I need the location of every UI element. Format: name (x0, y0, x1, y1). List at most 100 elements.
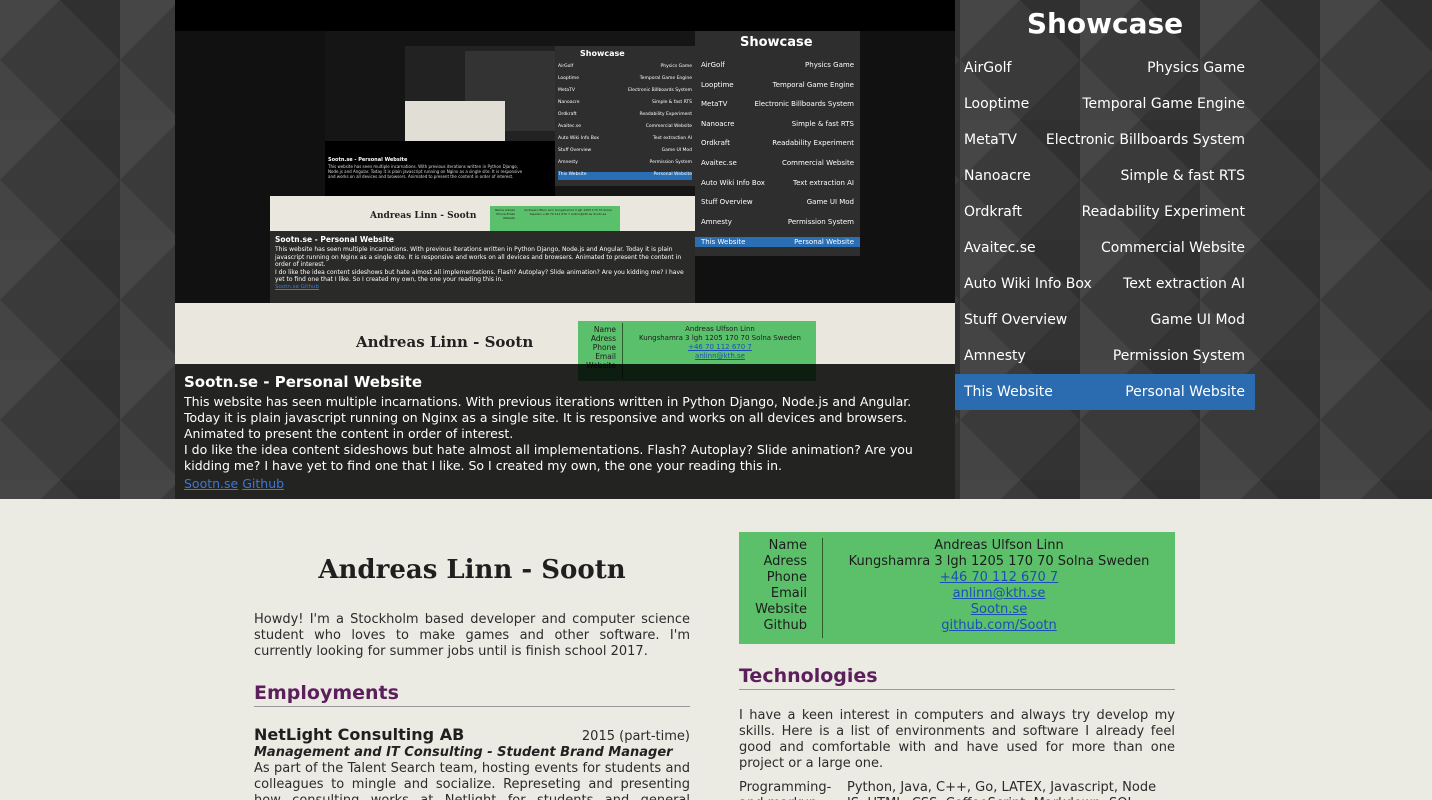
cv-name: Andreas Linn - Sootn (318, 555, 626, 585)
showcase-item-auto-wiki-info-box[interactable]: Auto Wiki Info Box Text extraction AI (955, 266, 1255, 302)
showcase-item-amnesty[interactable]: Amnesty Permission System (955, 338, 1255, 374)
contact-github-link[interactable]: github.com/Sootn (941, 618, 1056, 633)
contact-label: Website (755, 602, 807, 617)
thumbnail-row-desc: Text extraction AI (793, 178, 854, 187)
thumbnail-contact-labels: Name Adress Phone Email Website (495, 208, 515, 220)
contact-box: Name Adress Phone Email Website Github Andrea… (739, 532, 1175, 644)
nested-caption-title: Sootn.se - Personal Website (328, 157, 408, 163)
nested-row-desc: Text extraction AI (652, 136, 692, 141)
nested-row-name: Ordkraft (558, 112, 577, 117)
nested-row-desc: Permission System (649, 160, 692, 165)
nested-inner (405, 46, 555, 141)
preview-contact-phone: +46 70 112 670 7 (688, 343, 752, 351)
thumbnail-showcase-row: AirGolf Physics Game (701, 61, 854, 69)
showcase-item-desc: Game UI Mod (1150, 312, 1246, 328)
showcase-item-ordkraft[interactable]: Ordkraft Readability Experiment (955, 194, 1255, 230)
showcase-item-name: AirGolf (964, 60, 1012, 76)
nested-row-desc: Electronic Billboards System (628, 88, 692, 93)
preview-contact-name: Andreas Ulfson Linn (685, 325, 755, 333)
nested-row-name: MetaTV (558, 88, 576, 93)
thumbnail-row-name: Amnesty (701, 217, 732, 226)
preview-thumbnail: Showcase AirGolf Physics Game Looptime Temp… (270, 31, 860, 303)
showcase-title: Showcase (1026, 7, 1184, 40)
showcase-item-metatv[interactable]: MetaTV Electronic Billboards System (955, 122, 1255, 158)
cv-intro: Howdy! I'm a Stockholm based developer a… (254, 612, 690, 659)
showcase-item-name: MetaTV (964, 132, 1017, 148)
nested-row-desc: Temporal Game Engine (639, 76, 692, 81)
cv-right-column: Name Adress Phone Email Website Github Andrea… (739, 532, 1175, 800)
thumbnail-row-name: Nanoacre (701, 119, 735, 128)
nested-row-name: Stuff Overview (558, 148, 592, 153)
contact-labels: Name Adress Phone Email Website Github (739, 538, 823, 638)
preview-topbar (175, 0, 955, 31)
thumbnail-row-desc: Game UI Mod (806, 198, 854, 207)
thumbnail-row-name: Looptime (701, 80, 734, 89)
contact-address: Kungshamra 3 lgh 1205 170 70 Solna Swede… (848, 554, 1150, 569)
nested-inner-cv (405, 101, 505, 141)
thumbnail-showcase-row: Looptime Temporal Game Engine (701, 81, 854, 89)
job-description: As part of the Talent Search team, hosti… (254, 761, 690, 800)
thumbnail-caption-text-2: I do like the idea content sideshows but… (275, 268, 684, 284)
thumbnail-showcase-row: Amnesty Permission System (701, 218, 854, 226)
thumbnail-caption-text: This website has seen multiple incarnati… (275, 246, 682, 268)
caption-title: Sootn.se - Personal Website (184, 373, 423, 391)
thumbnail-showcase-row: Ordkraft Readability Experiment (701, 139, 854, 147)
showcase-item-name: Auto Wiki Info Box (964, 276, 1092, 292)
cv-left-column: Andreas Linn - Sootn Howdy! I'm a Stockh… (254, 532, 690, 800)
job-company: NetLight Consulting AB (254, 725, 465, 744)
employments-heading: Employments (254, 682, 690, 707)
caption-link-github[interactable]: Github (242, 476, 284, 491)
contact-label: Name (768, 538, 807, 553)
nested-row-name: Auto Wiki Info Box (558, 136, 600, 141)
showcase-item-desc: Permission System (1112, 348, 1245, 364)
thumbnail-row-desc: Commercial Website (782, 159, 854, 167)
thumbnail-contact-box: Name Adress Phone Email Website Andreas … (490, 206, 620, 231)
showcase-item-looptime[interactable]: Looptime Temporal Game Engine (955, 86, 1255, 122)
technology-row: Programming- and markup Python, Java, C++… (739, 780, 1175, 800)
nested-showcase-list: Showcase AirGolf Physics Game Looptime Temp… (555, 46, 695, 186)
thumbnail-row-name: Auto Wiki Info Box (701, 178, 765, 187)
contact-label: Phone (766, 570, 807, 585)
job-role: Management and IT Consulting - Student B… (254, 745, 673, 760)
thumbnail-row-name: Stuff Overview (701, 198, 753, 207)
showcase-item-name: Avaitec.se (964, 240, 1036, 256)
preview-contact-email: anlinn@kth.se (695, 352, 745, 360)
nested-showcase-row: Amnesty Permission System (558, 160, 692, 168)
job-period: 2015 (part-time) (581, 729, 690, 744)
nested-showcase-row: Looptime Temporal Game Engine (558, 76, 692, 84)
showcase-list: AirGolf Physics Game Looptime Temporal Game… (955, 50, 1255, 410)
job-head: NetLight Consulting AB 2015 (part-time) (254, 725, 690, 744)
thumbnail-caption-title: Sootn.se - Personal Website (275, 235, 395, 244)
showcase-caption: Sootn.se - Personal Website This website… (175, 364, 955, 499)
thumbnail-row-name: AirGolf (701, 61, 725, 69)
thumbnail-row-name: Avaitec.se (701, 159, 737, 167)
showcase-item-avaitec-se[interactable]: Avaitec.se Commercial Website (955, 230, 1255, 266)
showcase-item-desc: Electronic Billboards System (1045, 132, 1245, 148)
contact-email-link[interactable]: anlinn@kth.se (953, 586, 1046, 601)
caption-link-site[interactable]: Sootn.se (184, 476, 238, 491)
showcase-item-nanoacre[interactable]: Nanoacre Simple & fast RTS (955, 158, 1255, 194)
nested-showcase-row: This Website Personal Website (558, 172, 692, 180)
showcase-item-name: Nanoacre (964, 168, 1031, 184)
showcase-panel: Showcase AirGolf Physics Game Looptime Temp… (955, 0, 1255, 420)
nested-row-name: Looptime (558, 76, 579, 81)
caption-links: Sootn.se Github (184, 476, 946, 491)
showcase-item-this-website[interactable]: This Website Personal Website (955, 374, 1255, 410)
nested-row-name: AirGolf (558, 64, 574, 69)
contact-website-link[interactable]: Sootn.se (971, 602, 1027, 617)
contact-values: Andreas Ulfson Linn Kungshamra 3 lgh 120… (823, 538, 1175, 644)
nested-row-desc: Physics Game (660, 64, 692, 69)
nested-showcase-row: Ordkraft Readability Experiment (558, 112, 692, 120)
nested-row-desc: Readability Experiment (639, 112, 692, 117)
technology-value: Python, Java, C++, Go, LATEX, Javascript… (847, 780, 1157, 800)
contact-label: Github (763, 618, 807, 633)
preview-contact-address: Kungshamra 3 lgh 1205 170 70 Solna Swede… (639, 334, 801, 342)
contact-phone-link[interactable]: +46 70 112 670 7 (940, 570, 1058, 585)
showcase-item-airgolf[interactable]: AirGolf Physics Game (955, 50, 1255, 86)
thumbnail-row-name: Ordkraft (701, 139, 731, 148)
showcase-item-name: Amnesty (964, 348, 1026, 364)
showcase-item-stuff-overview[interactable]: Stuff Overview Game UI Mod (955, 302, 1255, 338)
nested-row-name: This Website (558, 172, 587, 177)
nested-row-desc: Commercial Website (645, 124, 692, 129)
nested-caption-text: This website has seen multiple incarnati… (328, 164, 523, 179)
